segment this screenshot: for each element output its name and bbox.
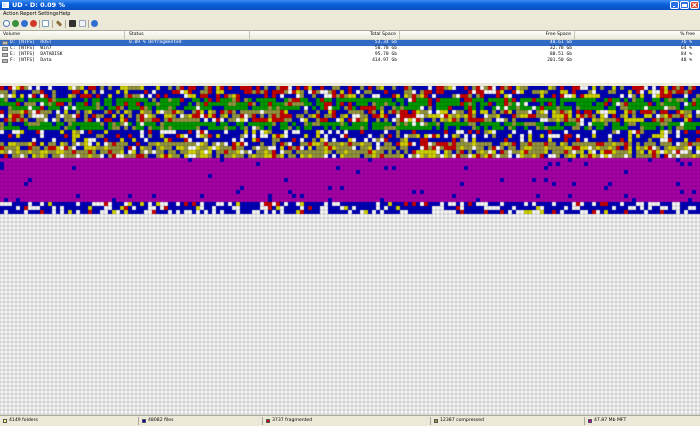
volume-percent-free: 48 % (680, 58, 692, 63)
compressed-icon (434, 419, 438, 423)
status-divider (584, 417, 585, 425)
drive-icon (2, 53, 8, 57)
minimize-button[interactable] (670, 1, 679, 9)
report-icon[interactable] (42, 20, 49, 27)
close-icon (692, 2, 697, 8)
app-window: UD - D: 0.09 % Action Report Settings He… (0, 0, 700, 426)
volume-total-space: 414.97 Gb (372, 58, 397, 63)
fragmented-icon (266, 419, 270, 423)
settings-icon[interactable] (55, 20, 63, 27)
defragment-icon[interactable] (12, 20, 19, 27)
drive-icon (2, 47, 8, 51)
toolbar (0, 18, 700, 31)
volume-list[interactable]: Volume Status Total Space Free Space % f… (0, 31, 700, 83)
stop-icon[interactable] (30, 20, 37, 27)
menu-report[interactable]: Report (20, 10, 37, 18)
toolbar-separator (52, 20, 53, 28)
help-icon[interactable] (91, 20, 98, 27)
script-icon[interactable] (79, 20, 86, 27)
status-divider (138, 417, 139, 425)
column-status[interactable]: Status (125, 31, 250, 39)
column-volume[interactable]: Volume (0, 31, 125, 39)
volume-name: F: [NTFS] Data (10, 58, 52, 63)
file-icon (142, 419, 146, 423)
mft-icon (588, 419, 592, 423)
menu-bar: Action Report Settings Help (0, 10, 700, 18)
toolbar-separator (65, 20, 66, 28)
folder-icon (3, 419, 7, 423)
analyze-icon[interactable] (3, 20, 10, 27)
close-button[interactable] (690, 1, 699, 9)
column-total-space[interactable]: Total Space (250, 31, 400, 39)
boot-time-icon[interactable] (69, 20, 76, 27)
optimize-icon[interactable] (21, 20, 28, 27)
volume-free-space: 201.50 Gb (547, 58, 572, 63)
drive-icon (2, 59, 8, 63)
volume-list-header: Volume Status Total Space Free Space % f… (0, 31, 700, 40)
app-icon (2, 2, 9, 8)
cluster-map[interactable] (0, 86, 700, 415)
toolbar-separator (39, 20, 40, 28)
title-bar[interactable]: UD - D: 0.09 % (0, 0, 700, 10)
status-divider (430, 417, 431, 425)
volume-row[interactable]: F: [NTFS] Data 414.97 Gb 201.50 Gb 48 % (0, 58, 700, 64)
status-bar: 4149 folders 48082 files 3737 fragmented… (0, 415, 700, 426)
window-title: UD - D: 0.09 % (12, 1, 65, 9)
status-divider (262, 417, 263, 425)
toolbar-separator (88, 20, 89, 28)
column-free-space[interactable]: Free Space (400, 31, 575, 39)
menu-action[interactable]: Action (3, 10, 19, 18)
menu-settings[interactable]: Settings (38, 10, 59, 18)
column-percent-free[interactable]: % free (575, 31, 700, 39)
menu-help[interactable]: Help (59, 10, 70, 18)
maximize-button[interactable] (680, 1, 689, 9)
drive-icon (2, 41, 8, 45)
